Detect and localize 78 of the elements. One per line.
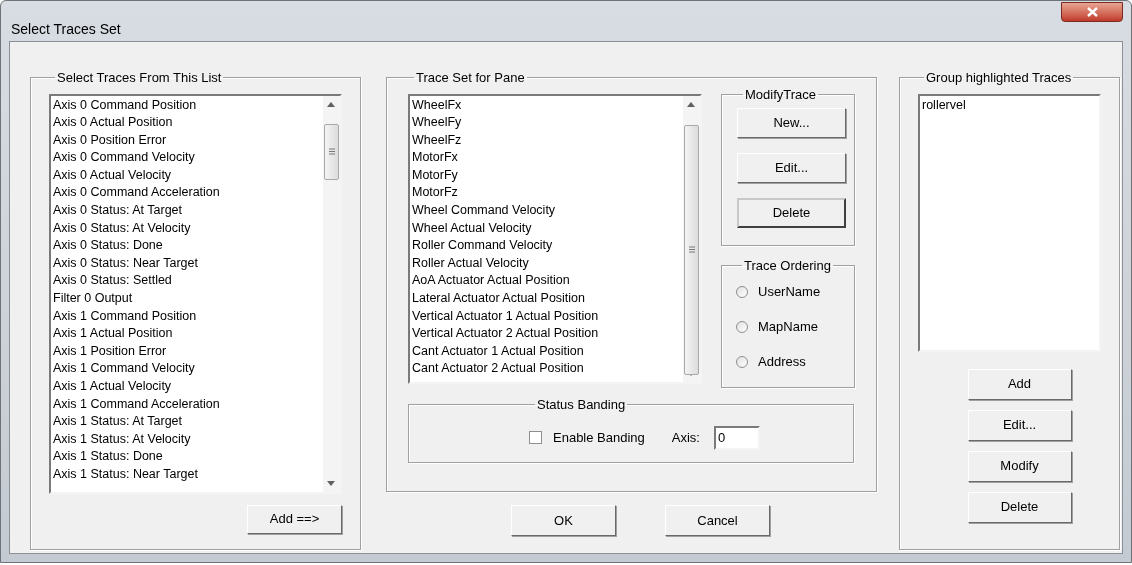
- list-item[interactable]: Wheel Command Velocity: [412, 202, 683, 220]
- close-button[interactable]: [1061, 2, 1123, 22]
- list-item[interactable]: Axis 0 Actual Velocity: [53, 166, 323, 185]
- button[interactable]: New...: [737, 108, 846, 138]
- list-item[interactable]: MotorFy: [412, 166, 683, 185]
- button[interactable]: Delete: [737, 198, 846, 228]
- list-item[interactable]: Axis 1 Status: Near Target: [53, 465, 323, 484]
- checkbox[interactable]: Enable Banding: [529, 428, 645, 448]
- list-item[interactable]: Axis 0 Status: Settled: [53, 272, 323, 291]
- close-icon: [1086, 7, 1098, 17]
- list-item[interactable]: MotorFz: [412, 184, 683, 203]
- list-item[interactable]: Axis 0 Actual Position: [53, 114, 323, 132]
- button[interactable]: Add ==>: [247, 504, 342, 534]
- list-item[interactable]: Vertical Actuator 1 Actual Position: [412, 307, 683, 326]
- button[interactable]: Cancel: [665, 505, 770, 536]
- list-box[interactable]: rollervel: [918, 93, 1101, 352]
- list-item[interactable]: Roller Actual Velocity: [412, 254, 683, 273]
- group-title: Trace Set for Pane: [415, 69, 526, 87]
- scroll-up-icon[interactable]: [687, 101, 695, 107]
- axis-input-field[interactable]: 0: [714, 425, 760, 450]
- list-item[interactable]: AoA Actuator Actual Position: [412, 272, 683, 291]
- list-item[interactable]: Cant Actuator 2 Actual Position: [412, 360, 683, 378]
- scroll-thumb[interactable]: [324, 123, 339, 180]
- group-title: Select Traces From This List: [56, 69, 223, 87]
- list-item[interactable]: Axis 1 Command Velocity: [53, 360, 323, 378]
- list-item[interactable]: Filter 0 Output: [53, 290, 323, 308]
- scroll-up-icon[interactable]: [327, 101, 335, 107]
- radio-icon[interactable]: [736, 356, 748, 368]
- list-item[interactable]: Axis 0 Command Velocity: [53, 149, 323, 167]
- axis-label: Axis:: [671, 429, 700, 447]
- list-item[interactable]: Axis 1 Position Error: [53, 342, 323, 361]
- list-item[interactable]: Axis 1 Status: Done: [53, 448, 323, 466]
- list-item[interactable]: Axis 0 Command Acceleration: [53, 184, 323, 203]
- list-item[interactable]: Roller Command Velocity: [412, 237, 683, 255]
- button[interactable]: Edit...: [967, 409, 1072, 441]
- scroll-thumb[interactable]: [684, 124, 699, 375]
- button[interactable]: OK: [511, 505, 616, 536]
- list-item[interactable]: Axis 1 Status: At Velocity: [53, 430, 323, 449]
- list-box[interactable]: [408, 93, 702, 384]
- scrollbar[interactable]: [683, 95, 700, 382]
- list-box[interactable]: [49, 93, 342, 494]
- list-item[interactable]: Wheel Actual Velocity: [412, 219, 683, 238]
- list-item[interactable]: Axis 0 Status: At Velocity: [53, 219, 323, 238]
- list-item[interactable]: WheelFz: [412, 131, 683, 150]
- list-item[interactable]: Lateral Actuator Actual Position: [412, 290, 683, 308]
- radio-button[interactable]: UserName: [736, 283, 854, 301]
- group-title: ModifyTrace: [744, 85, 818, 104]
- list-item[interactable]: Axis 0 Status: Done: [53, 237, 323, 255]
- list-item[interactable]: rollervel: [922, 96, 1099, 115]
- scroll-down-icon[interactable]: [327, 480, 335, 486]
- window-title: Select Traces Set: [11, 20, 121, 39]
- list-item[interactable]: Axis 0 Position Error: [53, 131, 323, 150]
- list-item[interactable]: Axis 0 Command Position: [53, 96, 323, 115]
- group-title: Status Banding: [536, 395, 627, 414]
- group-title: Trace Ordering: [743, 256, 832, 275]
- scrollbar[interactable]: [323, 95, 340, 492]
- list-item[interactable]: Cant Actuator 1 Actual Position: [412, 342, 683, 361]
- radio-button[interactable]: MapName: [736, 318, 854, 336]
- checkbox-icon[interactable]: [529, 431, 542, 445]
- radio-icon[interactable]: [736, 321, 748, 333]
- button[interactable]: Delete: [967, 491, 1072, 523]
- button[interactable]: Edit...: [737, 153, 846, 183]
- list-item[interactable]: Axis 1 Command Position: [53, 307, 323, 326]
- button[interactable]: Modify: [967, 450, 1072, 482]
- list-item[interactable]: Axis 1 Actual Velocity: [53, 378, 323, 396]
- button[interactable]: Add: [967, 368, 1072, 400]
- list-item[interactable]: Vertical Actuator 2 Actual Position: [412, 325, 683, 343]
- list-item[interactable]: Axis 0 Status: Near Target: [53, 254, 323, 273]
- list-item[interactable]: Axis 1 Command Acceleration: [53, 395, 323, 414]
- list-item[interactable]: WheelFx: [412, 96, 683, 115]
- group-title: Group highlighted Traces: [925, 69, 1073, 87]
- radio-button[interactable]: Address: [736, 353, 854, 371]
- list-item[interactable]: MotorFx: [412, 149, 683, 167]
- list-item[interactable]: Axis 1 Status: At Target: [53, 413, 323, 431]
- radio-icon[interactable]: [736, 286, 748, 298]
- list-item[interactable]: Axis 0 Status: At Target: [53, 202, 323, 220]
- list-item[interactable]: WheelFy: [412, 114, 683, 132]
- list-item[interactable]: Axis 1 Actual Position: [53, 325, 323, 343]
